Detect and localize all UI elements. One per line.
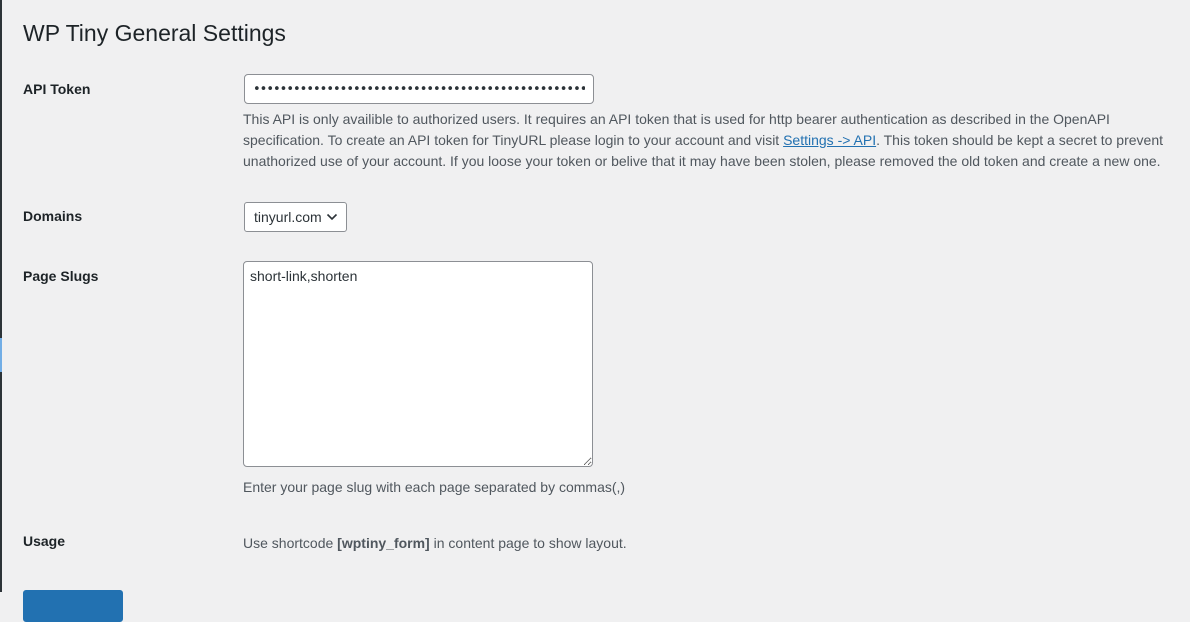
- usage-suffix: in content page to show layout.: [429, 535, 627, 551]
- domains-select-value: tinyurl.com: [254, 209, 322, 225]
- api-token-label: API Token: [23, 81, 91, 97]
- domains-select[interactable]: tinyurl.com: [244, 202, 347, 232]
- admin-sidebar-edge: [0, 0, 2, 592]
- settings-api-link[interactable]: Settings -> API: [783, 132, 876, 148]
- page-slugs-textarea[interactable]: short-link,shorten: [243, 261, 593, 467]
- usage-description: Use shortcode [wptiny_form] in content p…: [243, 533, 1173, 554]
- usage-label: Usage: [23, 533, 66, 549]
- usage-prefix: Use shortcode: [243, 535, 338, 551]
- admin-sidebar-active-marker: [0, 338, 2, 372]
- save-changes-button[interactable]: [23, 590, 123, 622]
- domains-label: Domains: [23, 208, 83, 224]
- page-slugs-description: Enter your page slug with each page sepa…: [243, 479, 626, 495]
- page-title: WP Tiny General Settings: [23, 20, 286, 46]
- chevron-down-icon: [326, 213, 338, 221]
- api-token-description: This API is only availible to authorized…: [243, 109, 1173, 172]
- usage-shortcode: [wptiny_form]: [337, 535, 430, 551]
- page-slugs-label: Page Slugs: [23, 268, 99, 284]
- api-token-input[interactable]: [244, 74, 594, 104]
